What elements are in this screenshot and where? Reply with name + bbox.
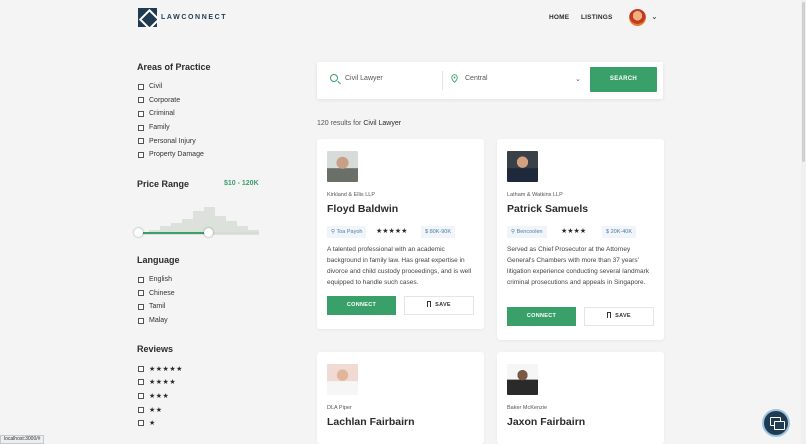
checkbox[interactable] [138,151,144,158]
lawyer-description: A talented professional with an academic… [327,246,472,286]
chat-icon[interactable] [762,409,790,437]
lawyer-firm: Latham & Watkins LLP [507,192,563,198]
checkbox[interactable] [138,317,144,324]
status-url: localhost:3000/# [0,435,45,444]
nav-home-link[interactable]: HOME [549,14,569,21]
lawyer-card: DLA Piper Lachlan Fairbairn [317,352,484,444]
search-button[interactable]: SEARCH [590,67,657,92]
chevron-down-icon[interactable]: ⌄ [651,12,658,21]
areas-of-practice-list: Civil Corporate Criminal Family Personal… [138,80,204,162]
location-tag: ⚲ Toa Payoh [327,226,367,238]
rating-stars: ★★★ [149,392,170,400]
lawyer-description: Served as Chief Prosecutor at the Attorn… [507,246,649,286]
pin-icon [451,74,458,83]
lawyer-card: Latham & Watkins LLP Patrick Samuels ⚲ B… [497,139,664,340]
filter-language-chinese[interactable]: Chinese [138,287,175,301]
price-slider-max-handle[interactable] [204,228,214,237]
bookmark-icon [607,312,612,318]
checkbox[interactable] [138,379,144,386]
location-select[interactable]: Central [465,75,488,82]
filter-area-personal-injury[interactable]: Personal Injury [138,134,204,148]
lawyer-firm: Baker McKenzie [507,405,548,411]
search-divider [442,71,443,90]
rating-stars: ★★★★★ [376,228,408,235]
filter-area-property-damage[interactable]: Property Damage [138,148,204,162]
logo-mark-icon [138,8,157,27]
price-slider-min-handle[interactable] [134,228,143,237]
areas-of-practice-title: Areas of Practice [137,62,211,72]
price-tag: $ 80K-90K [421,226,455,238]
reviews-list: ★★★★★ ★★★★ ★★★ ★★ ★ [138,362,183,430]
lawyer-photo [327,151,358,182]
connect-button[interactable]: CONNECT [507,307,576,326]
save-button[interactable]: SAVE [404,296,474,315]
chevron-down-icon[interactable]: ⌄ [575,75,581,83]
lawyer-card: Kirkland & Ellis LLP Floyd Baldwin ⚲ Toa… [317,139,484,329]
search-input[interactable]: Civil Lawyer [345,75,383,82]
checkbox[interactable] [138,420,144,427]
rating-stars: ★ [149,420,156,428]
language-list: English Chinese Tamil Malay [138,273,175,327]
checkbox[interactable] [138,83,144,90]
results-count: 120 results for Civil Lawyer [317,120,402,127]
search-icon [330,74,338,82]
filter-review-3-stars[interactable]: ★★★ [138,389,183,403]
filter-area-family[interactable]: Family [138,121,204,135]
filter-review-1-stars[interactable]: ★ [138,416,183,430]
lawyer-name[interactable]: Floyd Baldwin [327,203,398,215]
lawyer-photo [507,151,538,182]
filter-review-4-stars[interactable]: ★★★★ [138,376,183,390]
lawyer-photo [507,364,538,395]
brand-name: LAWCONNECT [161,14,228,21]
header: LAWCONNECT HOME LISTINGS ⌄ [0,0,806,40]
bookmark-icon [427,301,432,307]
lawyer-firm: DLA Piper [327,405,352,411]
lawyer-firm: Kirkland & Ellis LLP [327,192,375,198]
language-title: Language [137,255,180,265]
rating-stars: ★★★★ [149,379,177,387]
nav-listings-link[interactable]: LISTINGS [581,14,613,21]
lawyer-name[interactable]: Jaxon Fairbairn [507,416,585,428]
filter-review-2-stars[interactable]: ★★ [138,403,183,417]
brand-logo[interactable]: LAWCONNECT [138,8,227,27]
checkbox[interactable] [138,365,144,372]
price-range-title: Price Range [137,179,190,189]
lawyer-photo [327,364,358,395]
checkbox[interactable] [138,290,144,297]
filter-language-tamil[interactable]: Tamil [138,300,175,314]
save-button[interactable]: SAVE [584,307,654,326]
checkbox[interactable] [138,110,144,117]
lawyer-name[interactable]: Lachlan Fairbairn [327,416,415,428]
price-slider-fill [138,232,209,234]
checkbox[interactable] [138,276,144,283]
rating-stars: ★★★★ [561,228,587,235]
rating-stars: ★★ [149,406,163,414]
price-histogram [138,205,259,235]
search-bar: Civil Lawyer Central ⌄ SEARCH [317,62,663,99]
lawyer-name[interactable]: Patrick Samuels [507,203,588,215]
filter-area-corporate[interactable]: Corporate [138,94,204,108]
filter-area-criminal[interactable]: Criminal [138,107,204,121]
filter-area-civil[interactable]: Civil [138,80,204,94]
location-tag: ⚲ Bencoolen [507,226,547,238]
scrollbar-thumb[interactable] [802,2,805,162]
checkbox[interactable] [138,124,144,131]
price-tag: $ 20K-40K [602,226,636,238]
lawyer-card: Baker McKenzie Jaxon Fairbairn [497,352,664,444]
checkbox[interactable] [138,392,144,399]
checkbox[interactable] [138,303,144,310]
checkbox[interactable] [138,138,144,145]
checkbox[interactable] [138,406,144,413]
price-range-value: $10 - 120K [224,180,259,187]
filter-language-malay[interactable]: Malay [138,314,175,328]
filter-language-english[interactable]: English [138,273,175,287]
results-query: Civil Lawyer [363,120,402,127]
reviews-title: Reviews [137,344,174,354]
user-avatar[interactable] [629,9,646,26]
rating-stars: ★★★★★ [149,365,183,373]
checkbox[interactable] [138,97,144,104]
connect-button[interactable]: CONNECT [327,296,396,315]
filter-review-5-stars[interactable]: ★★★★★ [138,362,183,376]
